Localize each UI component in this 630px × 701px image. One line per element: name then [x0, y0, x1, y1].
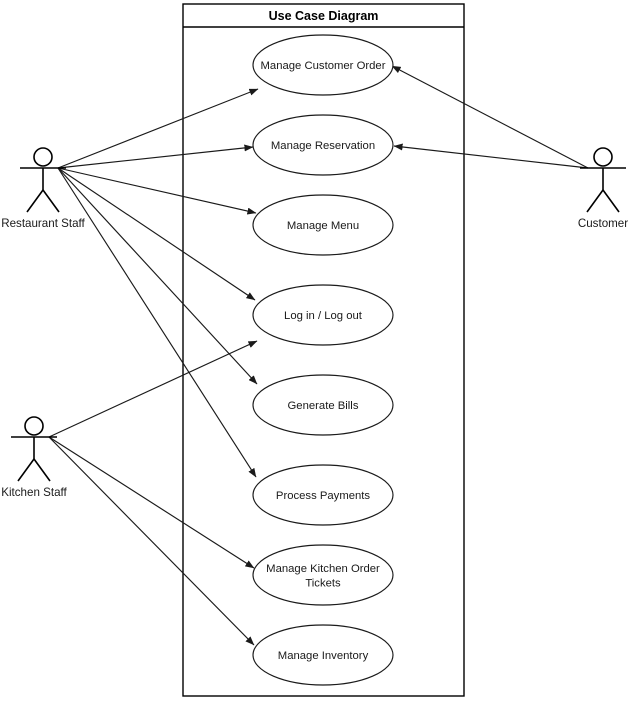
actor-leg-left — [586, 189, 604, 213]
actor-kitchen-staff[interactable]: Kitchen Staff — [1, 416, 68, 499]
actor-label: Restaurant Staff — [1, 217, 85, 230]
diagram-title: Use Case Diagram — [269, 9, 379, 23]
use-case-manage-menu[interactable]: Manage Menu — [252, 194, 394, 256]
use-case-diagram-root: Use Case Diagram Manage Customer Order Ma… — [0, 0, 630, 701]
actor-leg-right — [33, 458, 51, 482]
use-case-label-line: Manage Menu — [287, 220, 359, 232]
use-case-label: Manage Customer Order — [261, 60, 386, 72]
actor-leg-left — [17, 458, 35, 482]
use-case-label: Manage Inventory — [278, 650, 369, 662]
use-case-label: Manage Menu — [287, 220, 359, 232]
use-case-log-in-log-out[interactable]: Log in / Log out — [252, 284, 394, 346]
use-case-label: Generate Bills — [288, 400, 359, 412]
actor-customer[interactable]: Customer — [578, 147, 628, 230]
use-case-label-line: Log in / Log out — [284, 310, 363, 322]
use-case-label-line: Manage Kitchen Order — [266, 563, 380, 575]
use-case-label-line: Generate Bills — [288, 400, 359, 412]
actor-leg-left — [26, 189, 44, 213]
use-case-manage-reservation[interactable]: Manage Reservation — [252, 114, 394, 176]
use-case-manage-inventory[interactable]: Manage Inventory — [252, 624, 394, 686]
use-case-label: Manage Reservation — [271, 140, 375, 152]
use-case-ellipse[interactable] — [252, 544, 394, 606]
use-case-generate-bills[interactable]: Generate Bills — [252, 374, 394, 436]
actor-head-icon — [593, 147, 613, 167]
use-case-label-line: Process Payments — [276, 490, 371, 502]
use-case-label: Process Payments — [276, 490, 371, 502]
actor-label: Kitchen Staff — [1, 486, 67, 499]
use-case-label-line: Manage Reservation — [271, 140, 375, 152]
use-case-label-line: Manage Inventory — [278, 650, 369, 662]
actor-restaurant-staff[interactable]: Restaurant Staff — [1, 147, 86, 230]
use-case-label-line: Manage Customer Order — [261, 60, 386, 72]
use-case-label: Log in / Log out — [284, 310, 363, 322]
use-case-manage-customer-order[interactable]: Manage Customer Order — [252, 34, 394, 96]
actor-leg-right — [602, 189, 620, 213]
actor-label: Customer — [578, 217, 628, 230]
diagram-canvas: Use Case Diagram Manage Customer Order Ma… — [1, 3, 628, 697]
actor-head-icon — [24, 416, 44, 436]
use-case-label-line: Tickets — [305, 577, 341, 589]
actor-head-icon — [33, 147, 53, 167]
actor-leg-right — [42, 189, 60, 213]
use-case-manage-kitchen-order-tickets[interactable]: Manage Kitchen Order Tickets — [252, 544, 394, 606]
use-case-process-payments[interactable]: Process Payments — [252, 464, 394, 526]
